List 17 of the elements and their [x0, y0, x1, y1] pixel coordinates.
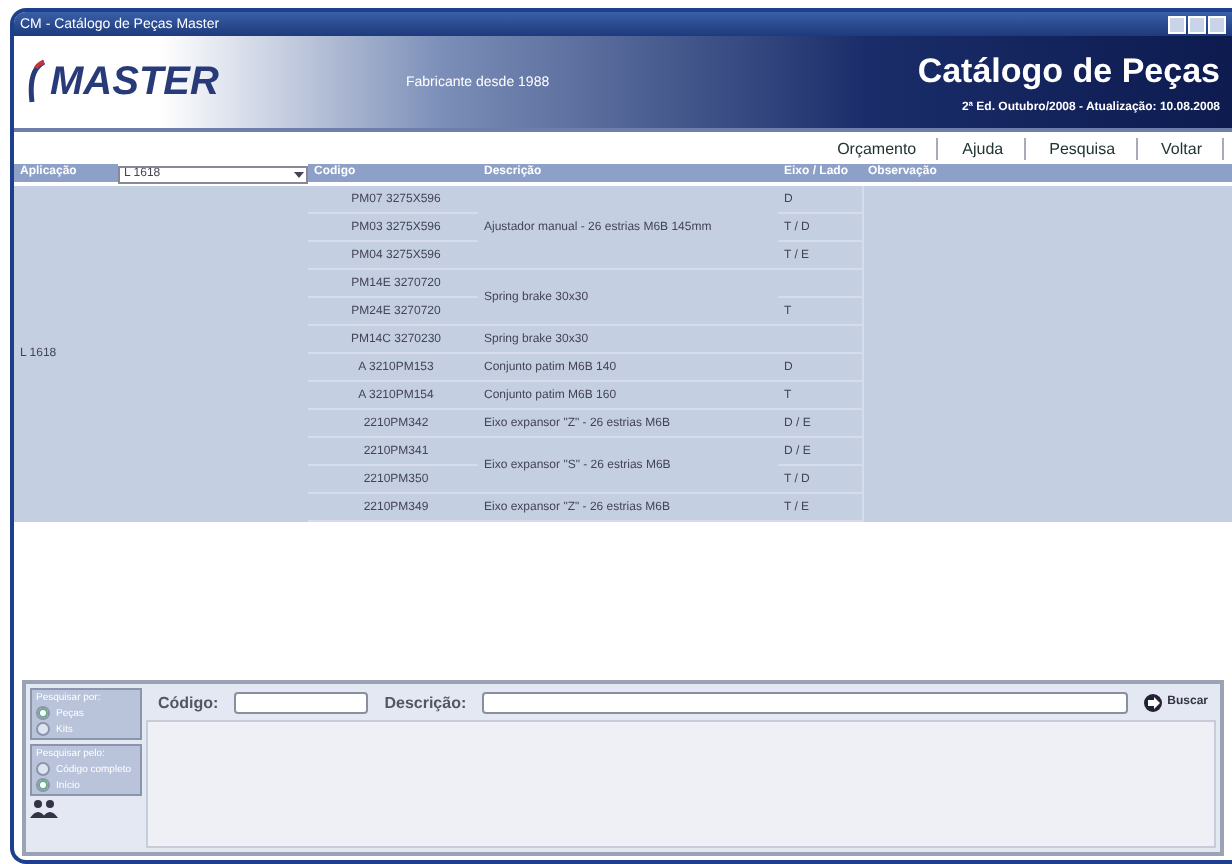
- radio-button[interactable]: [36, 778, 50, 792]
- people-icon: [30, 800, 58, 818]
- description-field[interactable]: [482, 691, 1128, 713]
- dropdown-arrow-icon: [292, 168, 306, 182]
- minimize-button[interactable]: [1168, 15, 1186, 33]
- arrow-icon: [1143, 693, 1162, 711]
- radio-button[interactable]: [36, 762, 50, 776]
- code-field[interactable]: [234, 691, 369, 713]
- radio-button[interactable]: [36, 722, 50, 736]
- maximize-button[interactable]: [1188, 15, 1206, 33]
- field-label: Descrição:: [384, 693, 467, 711]
- logo: MASTER: [50, 59, 219, 105]
- radio-button[interactable]: [36, 706, 50, 720]
- field-label: Código:: [158, 693, 219, 711]
- swoosh-icon: [26, 58, 46, 106]
- close-button[interactable]: [1208, 15, 1226, 33]
- app-title: Catálogo de Peças: [917, 51, 1220, 91]
